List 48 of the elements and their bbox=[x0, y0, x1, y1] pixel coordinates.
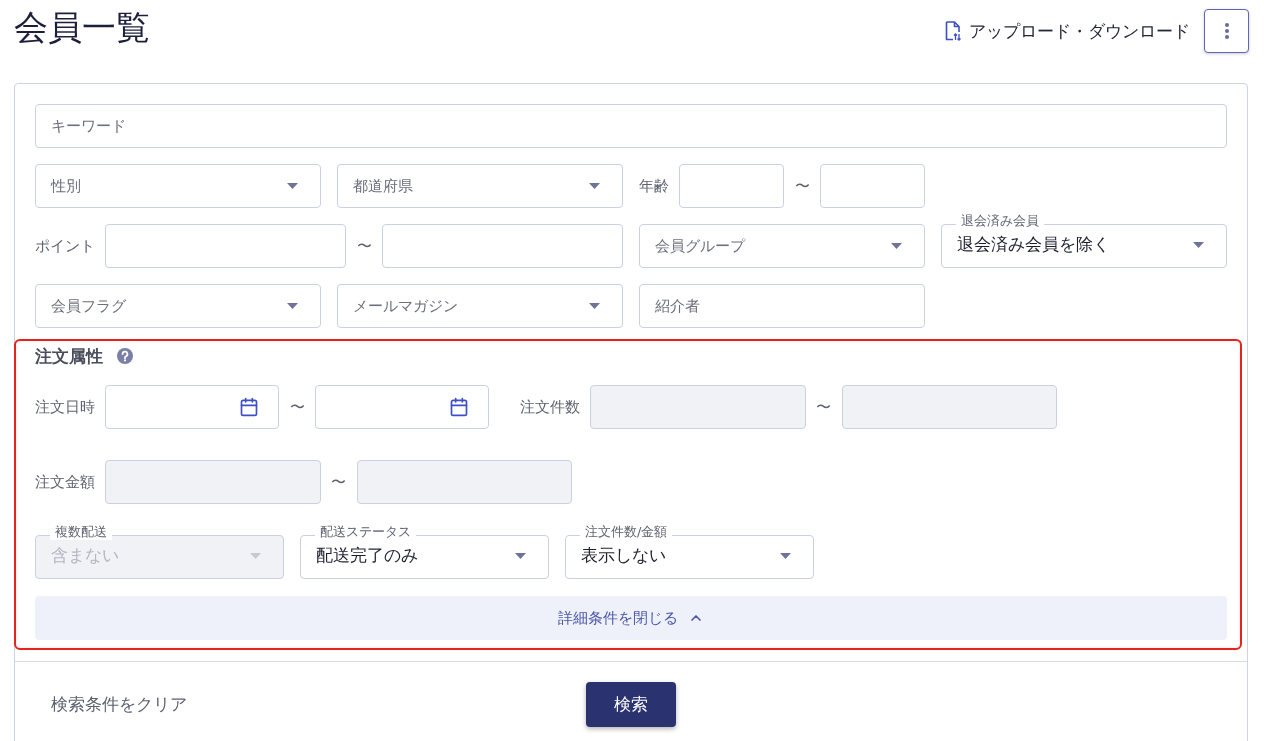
field-label: ポイント bbox=[35, 236, 95, 256]
calendar-icon bbox=[449, 397, 469, 417]
vertical-dots-icon bbox=[1224, 23, 1229, 39]
page-title: 会員一覧 bbox=[14, 9, 150, 47]
range-separator: 〜 bbox=[288, 397, 306, 417]
date-field[interactable] bbox=[315, 385, 489, 429]
file-arrows-icon bbox=[945, 21, 961, 41]
number-field[interactable] bbox=[679, 164, 784, 208]
field-label: 注文金額 bbox=[35, 472, 95, 492]
field-label: 配送ステータス bbox=[315, 524, 416, 540]
dropdown[interactable]: 会員グループ bbox=[639, 224, 925, 268]
caret-down-icon bbox=[589, 303, 600, 309]
dropdown[interactable]: 都道府県 bbox=[337, 164, 623, 208]
caret-down-icon bbox=[515, 552, 526, 559]
field-label: 注文件数/金額 bbox=[580, 524, 673, 540]
section-title: 注文属性 bbox=[35, 344, 103, 368]
caret-down-icon bbox=[1193, 241, 1204, 248]
range-separator: 〜 bbox=[793, 176, 811, 196]
caret-down-icon bbox=[250, 552, 261, 559]
range-separator: 〜 bbox=[815, 397, 832, 417]
range-separator: 〜 bbox=[355, 236, 373, 256]
range-separator: 〜 bbox=[330, 472, 347, 492]
caret-down-icon bbox=[589, 183, 600, 189]
caret-down-icon bbox=[891, 243, 902, 249]
field-label: 注文件数 bbox=[520, 397, 580, 417]
collapse-button[interactable]: 詳細条件を閉じる bbox=[35, 596, 1227, 640]
field-label: 年齢 bbox=[639, 176, 669, 196]
number-field[interactable] bbox=[382, 224, 623, 268]
keyword-field[interactable]: キーワード bbox=[35, 104, 1227, 148]
dropdown[interactable]: 性別 bbox=[35, 164, 321, 208]
referrer-field[interactable]: 紹介者 bbox=[639, 284, 925, 328]
more-options-button[interactable] bbox=[1204, 9, 1249, 53]
dropdown[interactable]: メールマガジン bbox=[337, 284, 623, 328]
upload-download-link[interactable]: アップロード・ダウンロード bbox=[945, 15, 1190, 47]
clear-button[interactable]: 検索条件をクリア bbox=[35, 682, 203, 727]
calendar-icon bbox=[239, 397, 259, 417]
field-label: 複数配送 bbox=[50, 524, 112, 540]
dropdown[interactable]: 会員フラグ bbox=[35, 284, 321, 328]
field-label: 注文日時 bbox=[35, 397, 95, 417]
caret-down-icon bbox=[287, 303, 298, 309]
caret-down-icon bbox=[780, 552, 791, 559]
number-field[interactable] bbox=[105, 224, 346, 268]
date-field[interactable] bbox=[105, 385, 279, 429]
field-label: 退会済み会員 bbox=[956, 213, 1044, 229]
help-icon[interactable] bbox=[117, 348, 133, 364]
caret-down-icon bbox=[287, 183, 298, 189]
search-button[interactable]: 検索 bbox=[586, 682, 676, 727]
number-field[interactable] bbox=[820, 164, 925, 208]
